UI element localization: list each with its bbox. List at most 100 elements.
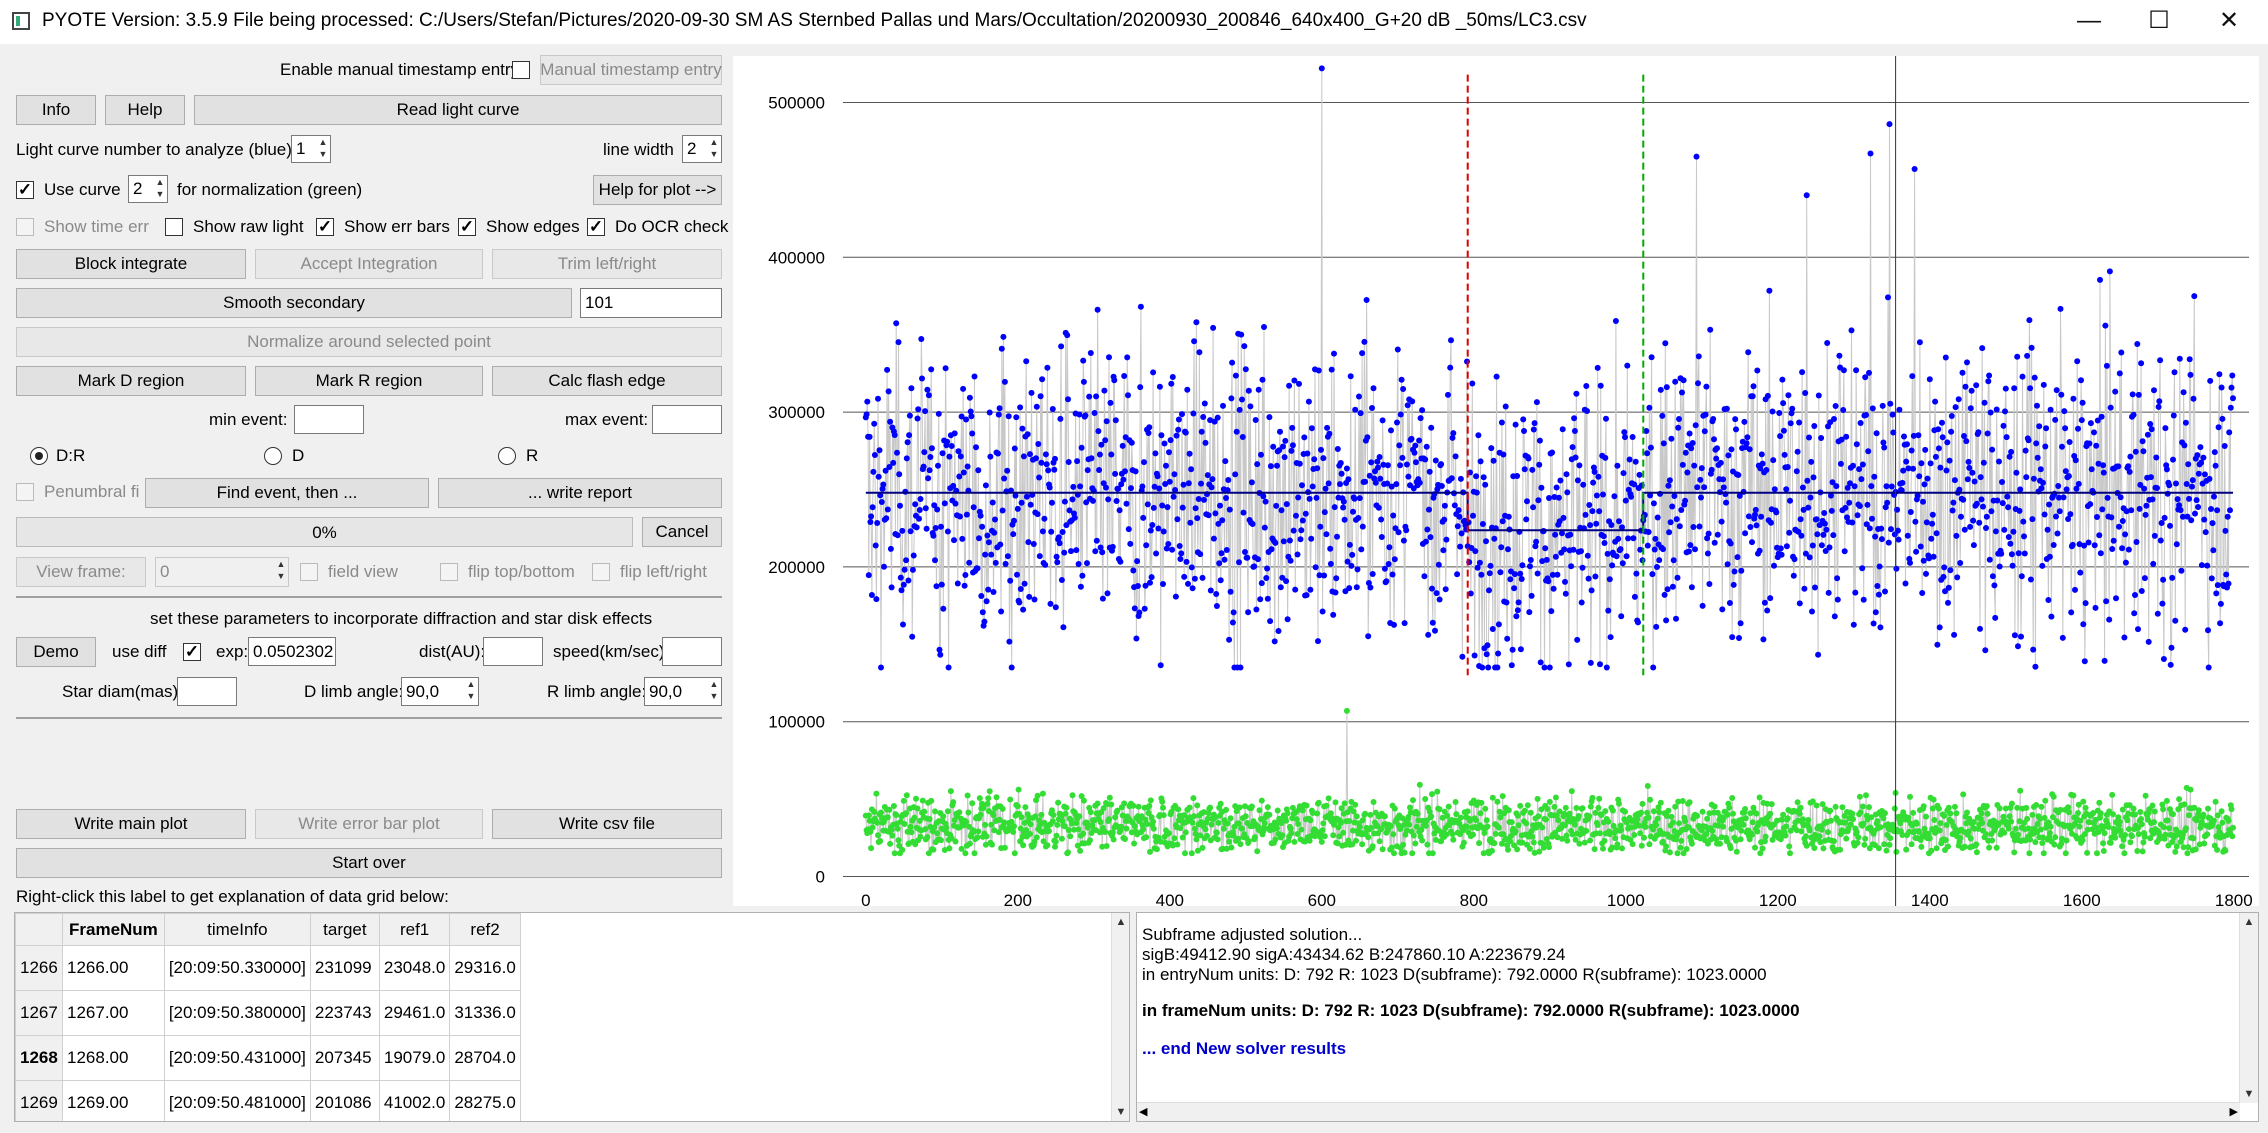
grid-vertical-scrollbar[interactable]: ▲ ▼	[1111, 913, 1129, 1121]
light-curve-plot[interactable]: 0 100000 200000 300000 400000 500000 0 200 400 60…	[733, 56, 2259, 910]
row-header[interactable]: 1269	[15, 1080, 63, 1121]
use-curve-spinbox[interactable]: 2 ▲ ▼	[128, 175, 168, 203]
table-cell[interactable]: [20:09:50.481000]	[163, 1080, 311, 1121]
row-header[interactable]: 1268	[15, 1035, 63, 1081]
start-over-button[interactable]: Start over	[16, 848, 722, 878]
scroll-up-icon[interactable]: ▲	[1112, 913, 1129, 931]
data-grid[interactable]: FrameNum timeInfo target ref1 ref2 1266 …	[14, 912, 1130, 1122]
r-limb-angle-spinbox[interactable]: 90,0 ▲ ▼	[644, 677, 722, 706]
accept-integration-button[interactable]: Accept Integration	[255, 249, 483, 279]
table-cell[interactable]: 201086	[309, 1080, 380, 1121]
write-error-bar-plot-button[interactable]: Write error bar plot	[255, 809, 483, 839]
flip-left-right-checkbox[interactable]	[592, 563, 610, 581]
scroll-right-icon[interactable]: ▶	[2230, 1103, 2238, 1121]
use-diff-checkbox[interactable]: ✓	[183, 643, 201, 661]
block-integrate-button[interactable]: Block integrate	[16, 249, 246, 279]
manual-timestamp-checkbox[interactable]	[512, 61, 530, 79]
table-cell[interactable]: 29316.0	[449, 945, 521, 991]
radio-r[interactable]	[498, 447, 516, 465]
scroll-up-icon[interactable]: ▲	[2240, 913, 2258, 931]
table-cell[interactable]: 29461.0	[378, 990, 451, 1036]
table-cell[interactable]: 1266.00	[62, 945, 165, 991]
view-frame-button[interactable]: View frame:	[16, 557, 146, 587]
spin-arrows-icon[interactable]: ▲ ▼	[464, 678, 478, 705]
do-ocr-check-checkbox[interactable]: ✓	[587, 218, 605, 236]
view-frame-spinbox[interactable]: 0 ▲ ▼	[155, 557, 289, 587]
help-for-plot-button[interactable]: Help for plot -->	[593, 175, 722, 205]
table-cell[interactable]: [20:09:50.380000]	[163, 990, 311, 1036]
table-cell[interactable]: 31336.0	[449, 990, 521, 1036]
show-err-bars-checkbox[interactable]: ✓	[316, 218, 334, 236]
table-cell[interactable]: 28704.0	[449, 1035, 521, 1081]
write-csv-file-button[interactable]: Write csv file	[492, 809, 722, 839]
find-event-button[interactable]: Find event, then ...	[145, 478, 429, 508]
output-horizontal-scrollbar[interactable]: ◀ ▶	[1137, 1102, 2240, 1121]
close-button[interactable]: ✕	[2196, 0, 2262, 44]
write-main-plot-button[interactable]: Write main plot	[16, 809, 246, 839]
smooth-secondary-button[interactable]: Smooth secondary	[16, 288, 572, 318]
help-button[interactable]: Help	[105, 95, 185, 125]
max-event-input[interactable]	[652, 405, 722, 434]
table-row[interactable]: 1266 1266.00 [20:09:50.330000] 231099 23…	[15, 945, 521, 991]
line-width-spinbox[interactable]: 2 ▲ ▼	[682, 135, 722, 163]
table-cell[interactable]: 1269.00	[62, 1080, 165, 1121]
light-curve-chart[interactable]: 01000002000003000004000005000000 200 400 60…	[733, 56, 2259, 910]
table-cell[interactable]: 28275.0	[449, 1080, 521, 1121]
minimize-button[interactable]: —	[2056, 0, 2122, 44]
mark-d-region-button[interactable]: Mark D region	[16, 366, 246, 396]
table-cell[interactable]: 1267.00	[62, 990, 165, 1036]
field-view-checkbox[interactable]	[300, 563, 318, 581]
show-time-err-checkbox[interactable]	[16, 218, 34, 236]
cancel-button[interactable]: Cancel	[642, 517, 722, 547]
solver-output[interactable]: Subframe adjusted solution... sigB:49412…	[1136, 912, 2259, 1122]
smooth-window-input[interactable]: 101	[580, 288, 722, 318]
trim-left-right-button[interactable]: Trim left/right	[492, 249, 722, 279]
scroll-down-icon[interactable]: ▼	[1112, 1103, 1129, 1121]
radio-d[interactable]	[264, 447, 282, 465]
d-limb-angle-spinbox[interactable]: 90,0 ▲ ▼	[401, 677, 479, 706]
table-cell[interactable]: 23048.0	[378, 945, 451, 991]
table-cell[interactable]: 1268.00	[62, 1035, 165, 1081]
output-vertical-scrollbar[interactable]: ▲ ▼	[2239, 913, 2258, 1103]
column-header[interactable]: FrameNum	[62, 913, 165, 946]
use-curve-checkbox[interactable]: ✓	[16, 181, 34, 199]
table-cell[interactable]: [20:09:50.431000]	[163, 1035, 311, 1081]
calc-flash-edge-button[interactable]: Calc flash edge	[492, 366, 722, 396]
min-event-input[interactable]	[294, 405, 364, 434]
table-row[interactable]: 1268 1268.00 [20:09:50.431000] 207345 19…	[15, 1035, 521, 1081]
show-raw-light-checkbox[interactable]	[165, 218, 183, 236]
column-header[interactable]: timeInfo	[163, 913, 311, 946]
normalize-around-point-button[interactable]: Normalize around selected point	[16, 327, 722, 357]
read-light-curve-button[interactable]: Read light curve	[194, 95, 722, 125]
table-cell[interactable]: 223743	[309, 990, 380, 1036]
column-header[interactable]: target	[309, 913, 380, 946]
exp-input[interactable]: 0.0502302	[248, 637, 336, 666]
row-header[interactable]: 1266	[15, 945, 63, 991]
star-diam-input[interactable]	[177, 677, 237, 706]
scroll-left-icon[interactable]: ◀	[1139, 1103, 1147, 1121]
write-report-button[interactable]: ... write report	[438, 478, 722, 508]
table-cell[interactable]: 231099	[309, 945, 380, 991]
flip-top-bottom-checkbox[interactable]	[440, 563, 458, 581]
table-cell[interactable]: 19079.0	[378, 1035, 451, 1081]
data-grid-hint-label[interactable]: Right-click this label to get explanatio…	[16, 887, 449, 907]
table-cell[interactable]: 41002.0	[378, 1080, 451, 1121]
spin-arrows-icon[interactable]: ▲ ▼	[707, 678, 721, 705]
dist-input[interactable]	[483, 637, 543, 666]
column-header[interactable]: ref1	[378, 913, 451, 946]
mark-r-region-button[interactable]: Mark R region	[255, 366, 483, 396]
maximize-button[interactable]: ☐	[2126, 0, 2192, 44]
info-button[interactable]: Info	[16, 95, 96, 125]
spin-arrows-icon[interactable]: ▲ ▼	[153, 176, 167, 202]
speed-input[interactable]	[662, 637, 722, 666]
radio-dr[interactable]	[30, 447, 48, 465]
column-header[interactable]: ref2	[449, 913, 521, 946]
lc-number-spinbox[interactable]: 1 ▲ ▼	[291, 135, 331, 163]
show-edges-checkbox[interactable]: ✓	[458, 218, 476, 236]
table-row[interactable]: 1267 1267.00 [20:09:50.380000] 223743 29…	[15, 990, 521, 1036]
table-cell[interactable]: [20:09:50.330000]	[163, 945, 311, 991]
spin-arrows-icon[interactable]: ▲ ▼	[707, 136, 721, 162]
table-row[interactable]: 1269 1269.00 [20:09:50.481000] 201086 41…	[15, 1080, 521, 1121]
table-cell[interactable]: 207345	[309, 1035, 380, 1081]
demo-button[interactable]: Demo	[16, 637, 96, 667]
